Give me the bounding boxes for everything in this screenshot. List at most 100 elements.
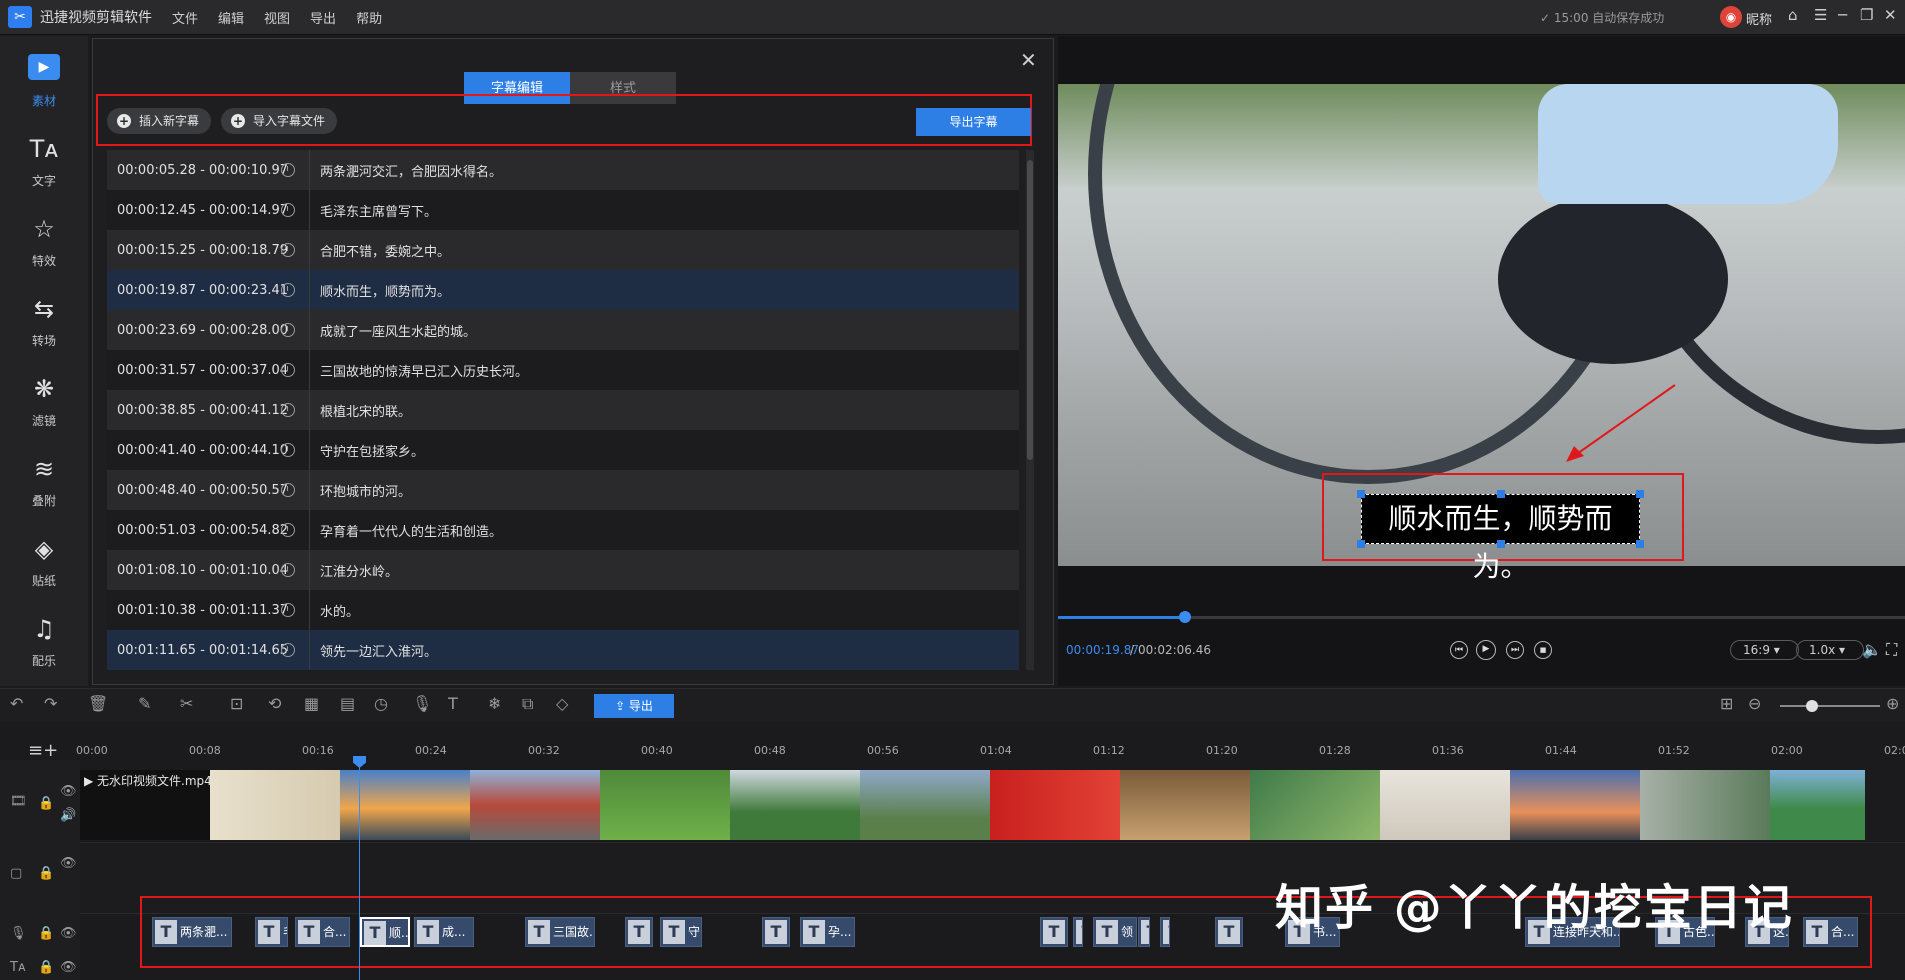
subtitle-row[interactable]: 00:00:05.28 - 00:00:10.97 两条淝河交汇，合肥因水得名。 xyxy=(107,150,1019,190)
edit-icon[interactable]: ✎ xyxy=(138,694,151,713)
subtitle-clip[interactable]: T xyxy=(1215,917,1243,947)
subtitle-time-range[interactable]: 00:00:12.45 - 00:00:14.97 xyxy=(107,203,288,218)
speed-select[interactable]: 1.0x ▾ xyxy=(1796,640,1865,660)
clip-thumbnail[interactable] xyxy=(600,770,730,840)
clock-icon[interactable] xyxy=(281,483,295,497)
subtitle-row[interactable]: 00:00:41.40 - 00:00:44.10 守护在包拯家乡。 xyxy=(107,430,1019,470)
eye-icon[interactable]: 👁 xyxy=(60,784,77,799)
zoom-out-icon[interactable]: ⊖ xyxy=(1748,694,1761,713)
undo-icon[interactable]: ↶ xyxy=(10,694,23,713)
pip-icon[interactable]: ⧉ xyxy=(522,694,533,714)
clock-icon[interactable] xyxy=(281,363,295,377)
eye-icon[interactable]: 👁 xyxy=(60,856,77,871)
clip-thumbnail[interactable] xyxy=(990,770,1120,840)
microphone-icon[interactable]: 🎙 xyxy=(412,694,432,713)
chart-icon[interactable]: ▤ xyxy=(340,694,355,713)
maximize-button[interactable]: ❐ xyxy=(1860,6,1873,24)
rotate-icon[interactable]: ⟲ xyxy=(268,694,281,713)
user-name[interactable]: 昵称 xyxy=(1746,9,1772,28)
subtitle-text[interactable]: 水的。 xyxy=(310,601,359,620)
play-icon[interactable]: ▶ xyxy=(1476,640,1496,660)
subtitle-text[interactable]: 两条淝河交汇，合肥因水得名。 xyxy=(310,161,502,180)
subtitle-time-range[interactable]: 00:00:15.25 - 00:00:18.79 xyxy=(107,243,288,258)
menu-edit[interactable]: 编辑 xyxy=(218,8,244,27)
home-icon[interactable]: ⌂ xyxy=(1788,6,1798,24)
clip-thumbnail[interactable] xyxy=(1250,770,1380,840)
marker-icon[interactable]: ◇ xyxy=(556,694,568,713)
sidebar-item-effects[interactable]: ☆ 特效 xyxy=(0,202,88,282)
insert-subtitle-button[interactable]: + 插入新字幕 xyxy=(107,108,212,134)
subtitle-row[interactable]: 00:00:31.57 - 00:00:37.04 三国故地的惊涛早已汇入历史长河… xyxy=(107,350,1019,390)
subtitle-clip[interactable]: T xyxy=(762,917,790,947)
subtitle-row[interactable]: 00:00:23.69 - 00:00:28.00 成就了一座风生水起的城。 xyxy=(107,310,1019,350)
subtitle-row[interactable]: 00:00:12.45 - 00:00:14.97 毛泽东主席曾写下。 xyxy=(107,190,1019,230)
volume-icon[interactable]: 🔈 xyxy=(1862,640,1882,659)
resize-handle[interactable] xyxy=(1357,540,1365,548)
subtitle-row[interactable]: 00:01:11.65 - 00:01:14.65 领先一边汇入淮河。 xyxy=(107,630,1019,670)
resize-handle[interactable] xyxy=(1497,540,1505,548)
subtitle-text[interactable]: 孕育着一代代人的生活和创造。 xyxy=(310,521,502,540)
mosaic-icon[interactable]: ▦ xyxy=(304,694,319,713)
subtitle-text[interactable]: 合肥不错，委婉之中。 xyxy=(310,241,450,260)
clip-thumbnail[interactable] xyxy=(730,770,860,840)
user-avatar[interactable]: ◉ xyxy=(1720,6,1742,28)
subtitle-text[interactable]: 守护在包拯家乡。 xyxy=(310,441,424,460)
resize-handle[interactable] xyxy=(1636,490,1644,498)
freeze-icon[interactable]: ❄ xyxy=(488,694,501,713)
text-to-speech-icon[interactable]: T xyxy=(448,694,458,713)
subtitle-row[interactable]: 00:00:38.85 - 00:00:41.12 根植北宋的联。 xyxy=(107,390,1019,430)
sidebar-item-overlay[interactable]: ≋ 叠附 xyxy=(0,442,88,522)
cut-icon[interactable]: ✂ xyxy=(180,694,193,713)
fullscreen-icon[interactable]: ⛶ xyxy=(1886,640,1897,660)
eye-icon[interactable]: 👁 xyxy=(60,960,77,975)
subtitle-clip[interactable]: T 孕... xyxy=(800,917,855,947)
close-panel-button[interactable]: ✕ xyxy=(1020,48,1037,72)
sidebar-item-sticker[interactable]: ◈ 贴纸 xyxy=(0,522,88,602)
import-subtitle-button[interactable]: + 导入字幕文件 xyxy=(221,108,338,134)
aspect-ratio-select[interactable]: 16:9 ▾ xyxy=(1730,640,1799,660)
subtitle-clip[interactable]: T xyxy=(625,917,653,947)
subtitle-time-range[interactable]: 00:00:31.57 - 00:00:37.04 xyxy=(107,363,288,378)
clip-thumbnail[interactable] xyxy=(1120,770,1250,840)
clip-thumbnail[interactable] xyxy=(470,770,600,840)
sidebar-item-text[interactable]: Tᴀ 文字 xyxy=(0,122,88,202)
subtitle-time-range[interactable]: 00:00:05.28 - 00:00:10.97 xyxy=(107,163,288,178)
subtitle-time-range[interactable]: 00:01:08.10 - 00:01:10.04 xyxy=(107,563,288,578)
caption-overlay[interactable]: 顺水而生，顺势而为。 xyxy=(1361,494,1640,583)
menu-icon[interactable]: ☰ xyxy=(1814,6,1827,24)
subtitle-clip[interactable]: T xyxy=(1138,917,1150,947)
resize-handle[interactable] xyxy=(1636,540,1644,548)
clock-icon[interactable] xyxy=(281,643,295,657)
delete-icon[interactable]: 🗑 xyxy=(88,694,108,713)
subtitle-time-range[interactable]: 00:00:48.40 - 00:00:50.57 xyxy=(107,483,288,498)
crop-icon[interactable]: ⊡ xyxy=(230,694,243,713)
subtitle-clip[interactable]: T守 xyxy=(660,917,702,947)
lock-icon[interactable]: 🔒 xyxy=(38,926,54,941)
subtitle-time-range[interactable]: 00:01:11.65 - 00:01:14.65 xyxy=(107,643,288,658)
redo-icon[interactable]: ↷ xyxy=(44,694,57,713)
clock-icon[interactable] xyxy=(281,603,295,617)
clip-thumbnail[interactable] xyxy=(210,770,340,840)
clock-icon[interactable] xyxy=(281,283,295,297)
close-window-button[interactable]: ✕ xyxy=(1884,6,1897,24)
subtitle-text[interactable]: 领先一边汇入淮河。 xyxy=(310,641,437,660)
sidebar-item-filter[interactable]: ❋ 滤镜 xyxy=(0,362,88,442)
resize-handle[interactable] xyxy=(1497,490,1505,498)
scrollbar-thumb[interactable] xyxy=(1027,160,1033,460)
clock-icon[interactable] xyxy=(281,203,295,217)
subtitle-clip[interactable]: T xyxy=(1040,917,1068,947)
clock-icon[interactable] xyxy=(281,443,295,457)
lock-icon[interactable]: 🔒 xyxy=(38,960,54,975)
subtitle-text[interactable]: 江淮分水岭。 xyxy=(310,561,398,580)
subtitle-clip[interactable]: T xyxy=(1160,917,1170,947)
subtitle-clip[interactable]: T领 xyxy=(1093,917,1137,947)
prev-frame-icon[interactable]: ⏮ xyxy=(1450,641,1468,659)
subtitle-time-range[interactable]: 00:00:41.40 - 00:00:44.10 xyxy=(107,443,288,458)
resize-handle[interactable] xyxy=(1357,490,1365,498)
subtitle-clip[interactable]: T xyxy=(1073,917,1083,947)
subtitle-clip[interactable]: T毛 xyxy=(255,917,288,947)
subtitle-clip[interactable]: T 合... xyxy=(1803,917,1858,947)
export-subtitle-button[interactable]: 导出字幕 xyxy=(916,108,1031,136)
sidebar-item-music[interactable]: ♫ 配乐 xyxy=(0,602,88,682)
subtitle-row[interactable]: 00:00:51.03 - 00:00:54.82 孕育着一代代人的生活和创造。 xyxy=(107,510,1019,550)
